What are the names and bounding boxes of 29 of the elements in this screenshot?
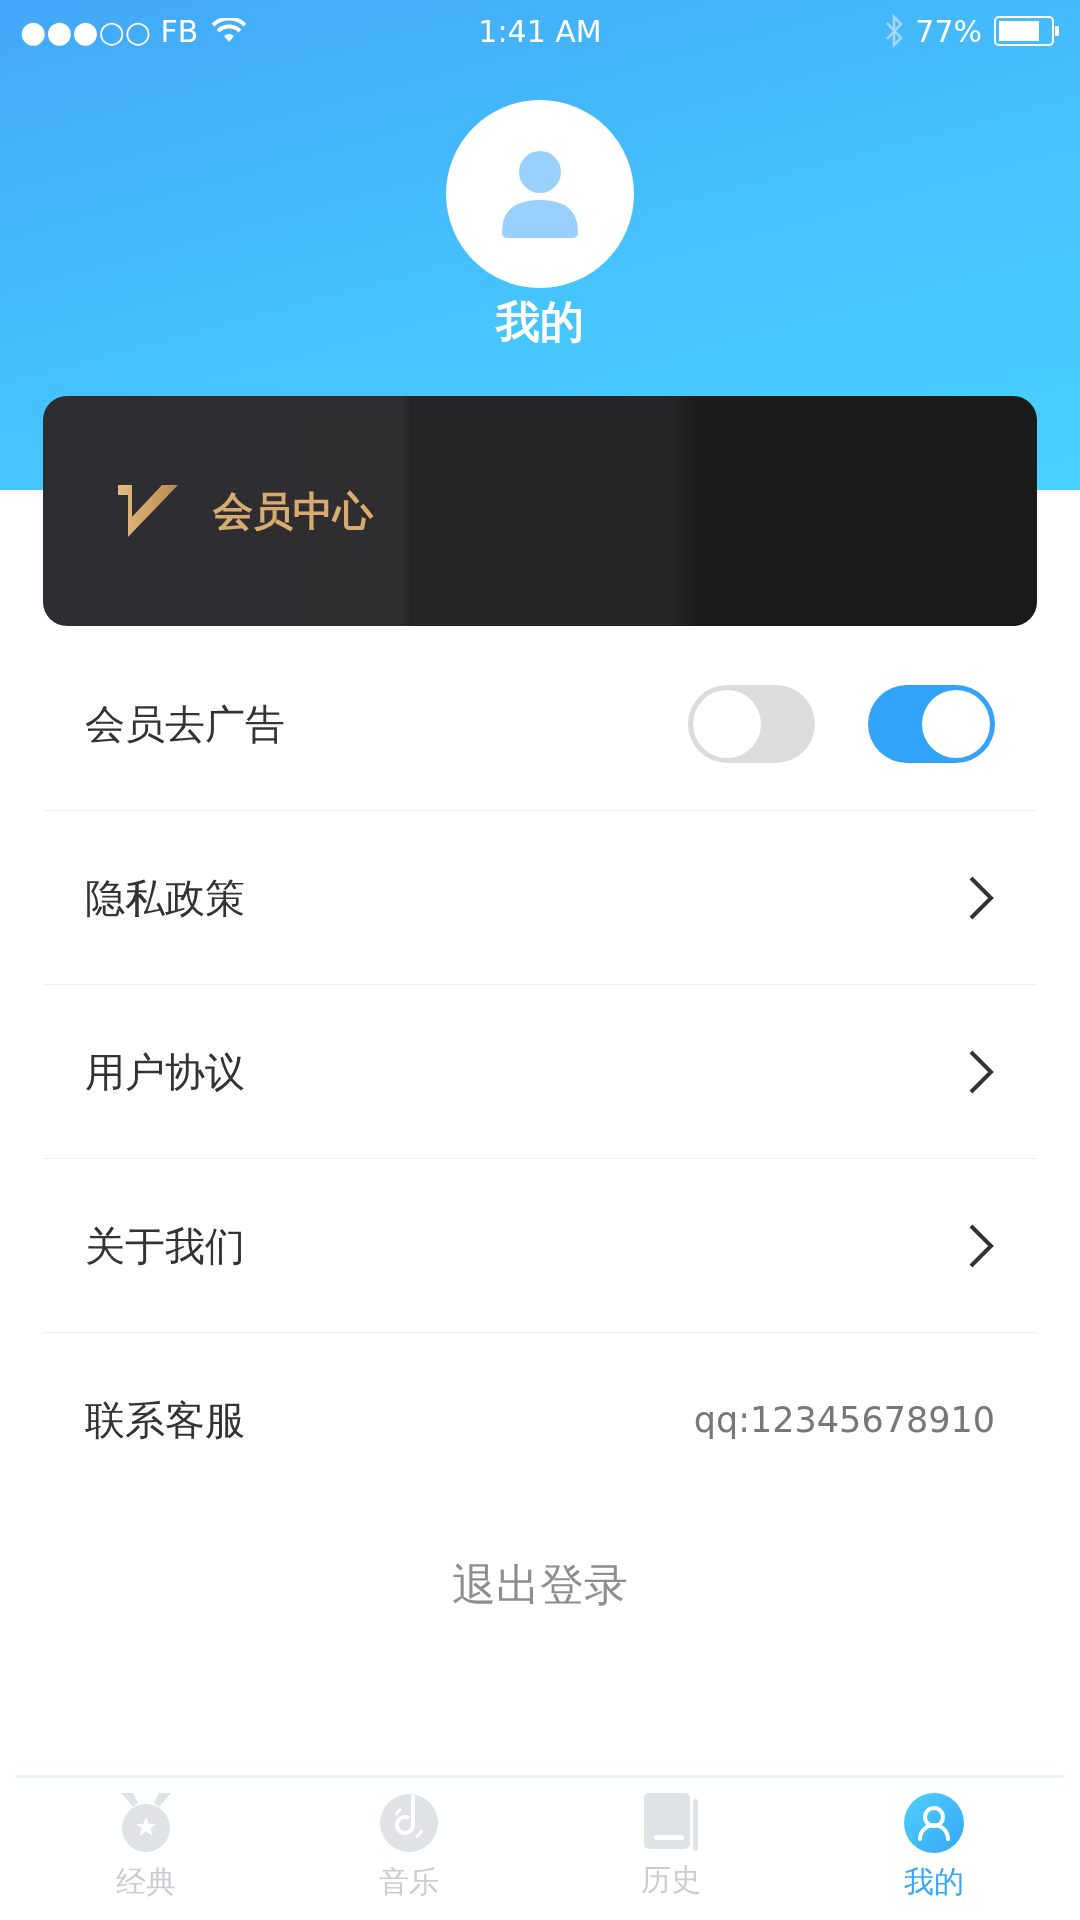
settings-row[interactable]: 隐私政策 xyxy=(43,811,1037,985)
bluetooth-icon xyxy=(885,14,904,48)
settings-row[interactable]: 关于我们 xyxy=(43,1159,1037,1333)
medal-icon xyxy=(120,1793,173,1853)
time-text: 1:41 AM xyxy=(477,12,603,51)
setting-label: 联系客服 xyxy=(85,1396,246,1445)
profile-title: 我的 xyxy=(496,300,584,344)
carrier-text: ●●●○○ FB xyxy=(20,12,199,51)
v-logo-icon xyxy=(118,485,178,537)
member-center-card[interactable]: 会员中心 xyxy=(43,396,1037,626)
book-icon xyxy=(644,1793,699,1851)
setting-label: 关于我们 xyxy=(85,1221,246,1271)
setting-label: 隐私政策 xyxy=(85,873,246,923)
logout-button[interactable]: 退出登录 xyxy=(442,1552,638,1618)
member-center-label: 会员中心 xyxy=(213,487,373,536)
wifi-icon xyxy=(212,18,247,44)
settings-row[interactable]: 用户协议 xyxy=(43,985,1037,1159)
tab-item[interactable]: 我的 xyxy=(802,1778,1065,1920)
chevron-right-icon xyxy=(967,1048,995,1095)
setting-label: 会员去广告 xyxy=(85,699,286,749)
person-icon xyxy=(502,150,578,238)
battery-text: 77% xyxy=(915,12,982,51)
contact-value: qq:12345678910 xyxy=(693,1398,995,1442)
music-disc-icon xyxy=(378,1793,439,1853)
battery-icon xyxy=(994,16,1060,46)
person-icon xyxy=(903,1793,964,1853)
chevron-right-icon xyxy=(967,1222,995,1269)
setting-label: 用户协议 xyxy=(85,1047,246,1097)
chevron-right-icon xyxy=(967,874,995,921)
